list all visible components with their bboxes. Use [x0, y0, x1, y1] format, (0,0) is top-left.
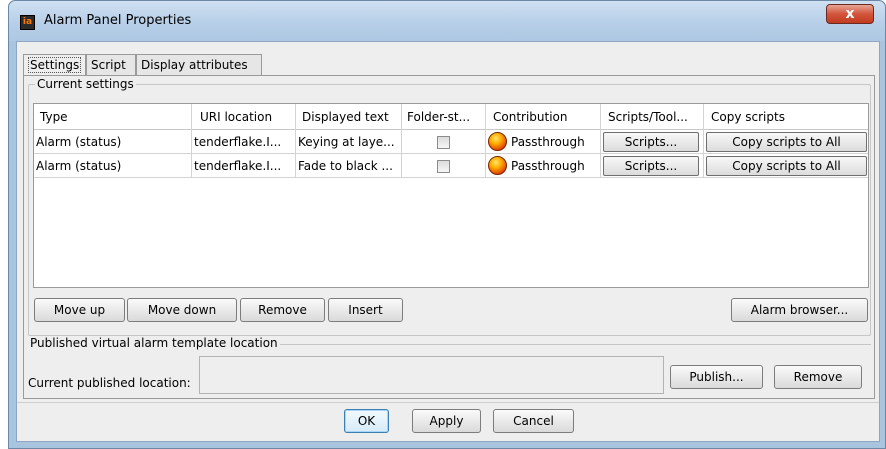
current-settings-title: Current settings	[35, 77, 136, 91]
tab-display-attributes-label: Display attributes	[141, 58, 248, 72]
cell-displayed-text: Keying at laye...	[296, 130, 402, 154]
move-down-button[interactable]: Move down	[127, 298, 237, 322]
column-header-contribution[interactable]: Contribution	[486, 104, 601, 130]
cell-folder-state	[402, 130, 486, 154]
cell-contribution: Passthrough	[486, 130, 601, 154]
column-header-copy-scripts[interactable]: Copy scripts	[704, 104, 868, 130]
folder-state-checkbox[interactable]	[437, 136, 450, 149]
cell-uri: tenderflake.I...	[192, 154, 296, 178]
copy-scripts-to-all-button[interactable]: Copy scripts to All	[706, 132, 867, 152]
alarm-browser-button[interactable]: Alarm browser...	[731, 298, 868, 322]
published-location-group: Published virtual alarm template locatio…	[28, 336, 871, 400]
current-published-location-label: Current published location:	[28, 376, 191, 390]
cell-contribution: Passthrough	[486, 154, 601, 178]
published-location-title: Published virtual alarm template locatio…	[28, 336, 280, 350]
tab-script[interactable]: Script	[86, 54, 136, 76]
cell-folder-state	[402, 154, 486, 178]
dialog-window: ia Alarm Panel Properties x Settings Scr…	[8, 0, 886, 449]
apply-button[interactable]: Apply	[412, 409, 481, 433]
cell-uri: tenderflake.I...	[192, 130, 296, 154]
table-header: Type URI location Displayed text Folder-…	[34, 104, 868, 130]
publish-button[interactable]: Publish...	[670, 365, 763, 389]
close-icon: x	[845, 6, 855, 22]
column-header-folder-state[interactable]: Folder-st...	[402, 104, 486, 130]
status-orb-icon	[488, 132, 507, 151]
footer-divider	[17, 402, 879, 403]
tab-display-attributes[interactable]: Display attributes	[136, 54, 262, 76]
tab-settings[interactable]: Settings	[23, 54, 86, 77]
cell-type: Alarm (status)	[34, 130, 192, 154]
copy-scripts-to-all-button[interactable]: Copy scripts to All	[706, 156, 867, 176]
scripts-button[interactable]: Scripts...	[603, 156, 699, 176]
column-header-scripts-tools[interactable]: Scripts/Tool...	[601, 104, 704, 130]
settings-table: Type URI location Displayed text Folder-…	[33, 103, 869, 288]
remove-published-button[interactable]: Remove	[774, 365, 862, 389]
scripts-button[interactable]: Scripts...	[603, 132, 699, 152]
cancel-button[interactable]: Cancel	[493, 409, 574, 433]
published-location-field[interactable]	[199, 356, 664, 394]
settings-tab-panel: Current settings Type URI location Displ…	[23, 75, 875, 399]
contribution-label: Passthrough	[511, 159, 585, 173]
insert-button[interactable]: Insert	[328, 298, 403, 322]
cell-copy-scripts: Copy scripts to All	[704, 154, 868, 178]
cell-scripts: Scripts...	[601, 154, 704, 178]
remove-row-button[interactable]: Remove	[240, 298, 325, 322]
column-header-displayed-text[interactable]: Displayed text	[296, 104, 402, 130]
tab-settings-label: Settings	[28, 57, 82, 73]
table-row[interactable]: Alarm (status) tenderflake.I... Keying a…	[34, 130, 868, 154]
cell-copy-scripts: Copy scripts to All	[704, 130, 868, 154]
cell-displayed-text: Fade to black ...	[296, 154, 402, 178]
cell-scripts: Scripts...	[601, 130, 704, 154]
folder-state-checkbox[interactable]	[437, 160, 450, 173]
column-header-uri[interactable]: URI location	[192, 104, 296, 130]
cell-type: Alarm (status)	[34, 154, 192, 178]
status-orb-icon	[488, 156, 507, 175]
dialog-client: Settings Script Display attributes Curre…	[16, 41, 880, 442]
tab-script-label: Script	[91, 58, 126, 72]
current-settings-group: Current settings Type URI location Displ…	[28, 77, 871, 336]
contribution-label: Passthrough	[511, 135, 585, 149]
window-title: Alarm Panel Properties	[44, 13, 192, 28]
ok-button[interactable]: OK	[344, 409, 389, 433]
close-button[interactable]: x	[826, 4, 874, 24]
column-header-type[interactable]: Type	[34, 104, 192, 130]
title-bar[interactable]: ia Alarm Panel Properties x	[9, 1, 885, 41]
app-icon: ia	[20, 15, 35, 30]
move-up-button[interactable]: Move up	[34, 298, 125, 322]
table-row[interactable]: Alarm (status) tenderflake.I... Fade to …	[34, 154, 868, 178]
